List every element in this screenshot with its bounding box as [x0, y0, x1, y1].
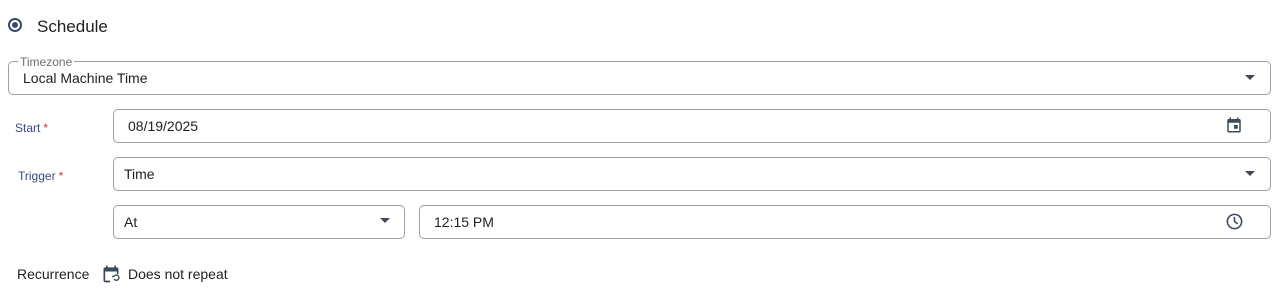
recurrence-label: Recurrence [17, 266, 90, 282]
at-select[interactable] [113, 205, 405, 239]
timezone-value: Local Machine Time [23, 70, 148, 86]
trigger-value: Time [124, 166, 155, 182]
trigger-label: Trigger * [18, 169, 63, 183]
trigger-chevron-down-icon[interactable] [1245, 171, 1255, 176]
at-chevron-down-icon[interactable] [380, 218, 390, 223]
radio-dot [12, 22, 18, 28]
start-label-text: Start [15, 121, 41, 135]
schedule-radio[interactable] [8, 18, 22, 32]
schedule-label: Schedule [37, 17, 108, 36]
start-date-value: 08/19/2025 [128, 118, 199, 134]
recurrence-value[interactable]: Does not repeat [128, 266, 228, 282]
time-value: 12:15 PM [434, 214, 494, 230]
time-input[interactable] [419, 205, 1271, 239]
timezone-select[interactable] [8, 61, 1271, 95]
trigger-required-mark: * [58, 169, 64, 183]
at-select-value: At [124, 214, 138, 230]
clock-icon[interactable] [1225, 212, 1244, 231]
start-date-input[interactable] [113, 109, 1271, 143]
trigger-label-text: Trigger [18, 169, 56, 183]
timezone-legend: Timezone [18, 55, 75, 69]
trigger-select[interactable] [113, 157, 1271, 191]
start-label: Start * [15, 121, 48, 135]
calendar-icon[interactable] [1225, 116, 1243, 134]
start-required-mark: * [43, 121, 49, 135]
calendar-repeat-icon[interactable] [101, 264, 121, 284]
timezone-chevron-down-icon[interactable] [1245, 75, 1255, 80]
